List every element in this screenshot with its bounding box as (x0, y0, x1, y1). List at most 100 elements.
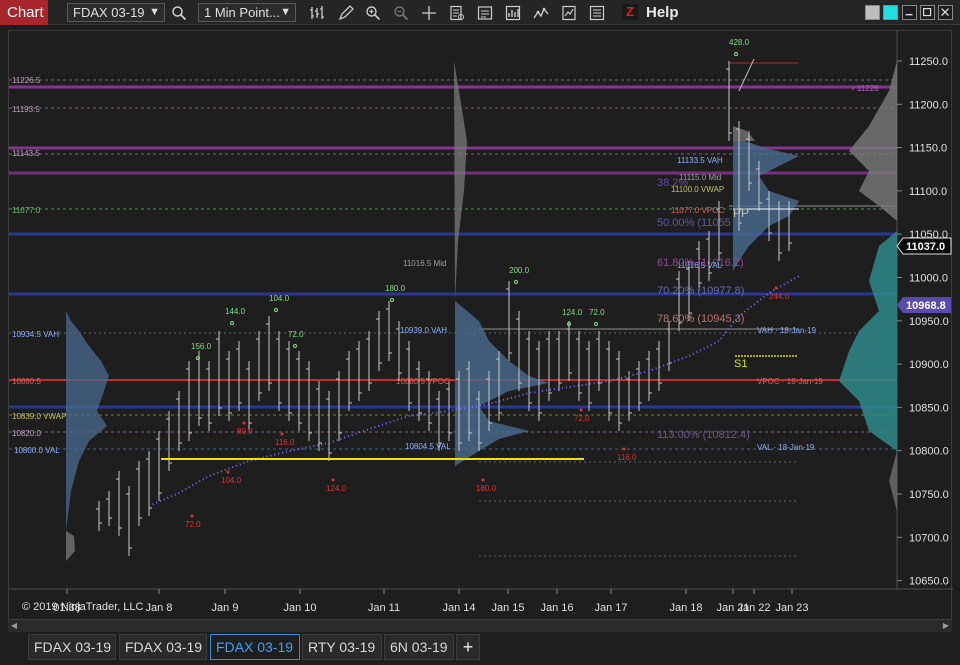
level-label: 10880.5 (12, 377, 41, 386)
swing-low-label: 72.0 (574, 414, 590, 423)
scroll-right-icon[interactable]: ▶ (940, 620, 952, 632)
swing-low-dot (622, 447, 626, 451)
swing-low-label: 180.0 (476, 484, 497, 493)
price-tick-label: 10800.0 (909, 446, 949, 458)
interval-selector[interactable]: 1 Min Point... ▼ (198, 3, 296, 22)
volume-profile-left (66, 311, 109, 561)
current-price-value: 11037.0 (906, 241, 945, 253)
time-tick-label: Jan 16 (540, 602, 573, 614)
tab-fdax-2[interactable]: FDAX 03-19 (119, 634, 207, 660)
swing-high-dot (514, 280, 518, 284)
scroll-left-icon[interactable]: ◀ (8, 620, 20, 632)
swing-high-label: 428.0 (729, 38, 750, 47)
time-tick-label: Jan 18 (669, 602, 702, 614)
swing-low-dot (579, 408, 583, 412)
swing-low-label: 124.0 (326, 484, 347, 493)
chart-panel[interactable]: 11226.5 11193.5 11143.5 11077.0 11016.5 … (8, 30, 953, 621)
level-label: 10800.0 VAL (14, 446, 60, 455)
maximize-icon[interactable] (920, 5, 935, 20)
properties-icon[interactable] (475, 3, 495, 22)
swing-high-dot (293, 344, 297, 348)
fib-label: 38.2% (657, 177, 688, 189)
price-tick-label: 11100.0 (909, 186, 947, 198)
price-tick-label: 10750.0 (909, 489, 949, 501)
zoom-in-icon[interactable] (363, 3, 383, 22)
marker-price-tag: 10968.8 (897, 297, 951, 313)
swing-high-label: 124.0 (562, 308, 583, 317)
templates-icon[interactable] (559, 3, 579, 22)
swing-low-label: 80.0 (237, 427, 253, 436)
horizontal-scrollbar[interactable]: ◀ ▶ (8, 620, 952, 632)
fib-label: 50.00% (11055 (657, 217, 731, 229)
swing-high-label: 72.0 (288, 330, 304, 339)
tab-fdax-3[interactable]: FDAX 03-19 (210, 634, 300, 660)
drawing-pencil-icon[interactable] (336, 3, 356, 22)
time-tick-label: Jan 15 (491, 602, 524, 614)
swing-low-label: 116.0 (617, 453, 637, 462)
swing-high-dot (274, 308, 278, 312)
interval-selector-value: 1 Min Point... (204, 5, 280, 20)
price-tick-label: 10650.0 (909, 576, 949, 588)
copyright-label: © 2019 NinjaTrader, LLC (22, 601, 144, 613)
chevron-down-icon: ▼ (280, 6, 291, 18)
s1-label: S1 (734, 358, 747, 370)
crosshair-icon[interactable] (419, 3, 439, 22)
list-icon[interactable] (587, 3, 607, 22)
instrument-selector[interactable]: FDAX 03-19 ▼ (67, 3, 165, 22)
time-tick-label: Jan 9 (212, 602, 239, 614)
swing-low-dot (774, 286, 778, 290)
indicators-icon[interactable] (503, 3, 523, 22)
swing-low-dot (331, 478, 335, 482)
swing-low-dot (226, 470, 230, 474)
tab-fdax-1[interactable]: FDAX 03-19 (28, 634, 116, 660)
data-box-icon[interactable] (447, 3, 467, 22)
strategies-icon[interactable] (531, 3, 551, 22)
level-label: VPOC · 18-Jan-19 (757, 377, 823, 386)
gray-square-icon[interactable] (865, 5, 880, 20)
level-lines (9, 62, 897, 557)
volume-profile-mid (454, 61, 549, 466)
swing-high-label: 144.0 (225, 307, 246, 316)
bars-type-icon[interactable] (307, 3, 327, 22)
swing-low-dot (190, 514, 194, 518)
marker-price-value: 10968.8 (906, 300, 946, 312)
add-tab-button[interactable]: + (456, 634, 480, 660)
swing-high-label: 104.0 (269, 294, 290, 303)
level-label: 10839.0 VWAP (12, 412, 66, 421)
level-label: 10820.0 (12, 429, 41, 438)
swing-low-dot (242, 421, 246, 425)
swing-low-label: 104.0 (221, 476, 242, 485)
level-label: 11016.5 Mid (403, 259, 446, 268)
z-icon[interactable]: Z (622, 4, 638, 20)
swing-low-dot (481, 478, 485, 482)
pp-label: PP (733, 206, 749, 220)
level-label: 10934.5 VAH (12, 330, 59, 339)
time-tick-label: Jan 10 (283, 602, 316, 614)
swing-high-label: 180.0 (385, 284, 406, 293)
minimize-icon[interactable] (902, 5, 917, 20)
swing-low-label: 116.0 (275, 438, 295, 447)
tab-bar: FDAX 03-19 FDAX 03-19 FDAX 03-19 RTY 03-… (0, 632, 960, 665)
level-label: VAH · 18-Jan-19 (757, 326, 817, 335)
zoom-out-icon[interactable] (391, 3, 411, 22)
help-button[interactable]: Help (646, 3, 679, 22)
tab-rty[interactable]: RTY 03-19 (302, 634, 382, 660)
price-tick-label: 10850.0 (909, 402, 949, 414)
price-tick-label: 11150.0 (909, 143, 947, 155)
level-label: 11143.5 (12, 149, 40, 158)
price-tick-label: 10900.0 (909, 359, 949, 371)
cyan-square-icon[interactable] (883, 5, 898, 20)
level-label: 11226.5 (12, 76, 41, 85)
price-tick-label: 11200.0 (909, 99, 948, 111)
search-icon[interactable] (169, 3, 189, 22)
right-level-label: ‹ 11226 (852, 84, 879, 93)
volume-profile-session (839, 61, 897, 511)
price-chart[interactable]: 11226.5 11193.5 11143.5 11077.0 11016.5 … (9, 31, 953, 621)
swing-low-dot (280, 432, 284, 436)
tab-6n[interactable]: 6N 03-19 (384, 634, 454, 660)
close-icon[interactable] (938, 5, 953, 20)
level-label: 10939.0 VAH (400, 326, 447, 335)
chart-window-label: Chart (0, 0, 48, 25)
fib-label: 78.60% (10945.3) (657, 313, 744, 325)
level-label: VAL · 18-Jan-19 (757, 443, 815, 452)
